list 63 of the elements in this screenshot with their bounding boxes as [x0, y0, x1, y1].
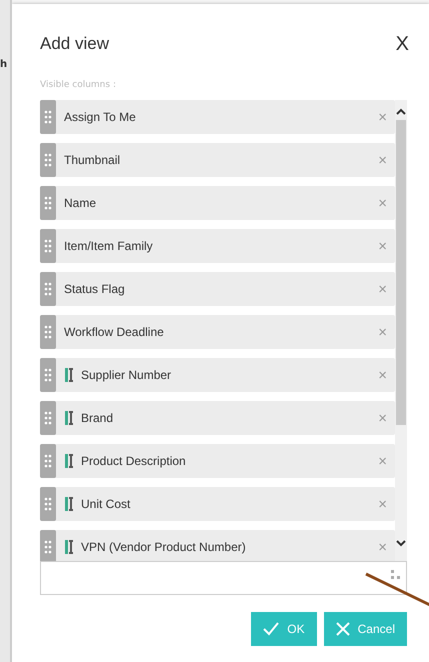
- dialog-title: Add view: [40, 34, 109, 54]
- column-label: Supplier Number: [81, 368, 172, 382]
- cancel-button[interactable]: Cancel: [324, 612, 407, 646]
- attribute-icon: [65, 411, 73, 425]
- column-label: Product Description: [81, 454, 187, 468]
- annotation-line: [364, 571, 429, 607]
- scrollbar[interactable]: [395, 100, 407, 561]
- drag-handle-icon[interactable]: [40, 272, 56, 306]
- drag-handle-icon[interactable]: [40, 358, 56, 392]
- column-item[interactable]: Unit Cost ×: [40, 487, 395, 521]
- column-item[interactable]: Workflow Deadline ×: [40, 315, 395, 349]
- ok-button[interactable]: OK: [251, 612, 317, 646]
- attribute-icon: [65, 497, 73, 511]
- remove-button[interactable]: ×: [370, 452, 395, 470]
- resize-handle-icon[interactable]: [390, 569, 402, 581]
- drag-handle-icon[interactable]: [40, 487, 56, 521]
- column-item[interactable]: Supplier Number ×: [40, 358, 395, 392]
- column-label: VPN (Vendor Product Number): [81, 540, 247, 554]
- scroll-up-icon[interactable]: [396, 108, 406, 116]
- drag-handle-icon[interactable]: [40, 100, 56, 134]
- column-item[interactable]: Status Flag ×: [40, 272, 395, 306]
- remove-button[interactable]: ×: [370, 238, 395, 254]
- scroll-down-icon[interactable]: [396, 539, 406, 547]
- column-item[interactable]: Product Description ×: [40, 444, 395, 478]
- column-item[interactable]: Assign To Me ×: [40, 100, 395, 134]
- column-label: Workflow Deadline: [64, 325, 165, 339]
- drag-handle-icon[interactable]: [40, 229, 56, 263]
- remove-button[interactable]: ×: [370, 366, 395, 384]
- column-item[interactable]: Item/Item Family ×: [40, 229, 395, 263]
- column-item[interactable]: VPN (Vendor Product Number) ×: [40, 530, 395, 561]
- column-label: Thumbnail: [64, 153, 122, 167]
- column-label: Brand: [81, 411, 114, 425]
- remove-button[interactable]: ×: [370, 410, 395, 426]
- remove-button[interactable]: ×: [370, 280, 395, 298]
- column-label: Name: [64, 196, 98, 210]
- remove-button[interactable]: ×: [370, 496, 395, 512]
- column-label: Item/Item Family: [64, 239, 154, 253]
- check-icon: [263, 622, 280, 636]
- column-item[interactable]: Name ×: [40, 186, 395, 220]
- page-text-fragment: h: [0, 59, 8, 70]
- section-label: Visible columns :: [40, 80, 117, 90]
- drag-handle-icon[interactable]: [40, 530, 56, 561]
- column-item[interactable]: Brand ×: [40, 401, 395, 435]
- drag-handle-icon[interactable]: [40, 143, 56, 177]
- close-icon: [336, 622, 350, 636]
- remove-button[interactable]: ×: [370, 324, 395, 340]
- column-label: Status Flag: [64, 282, 126, 296]
- remove-button[interactable]: ×: [370, 538, 395, 556]
- drag-handle-icon[interactable]: [40, 444, 56, 478]
- remove-button[interactable]: ×: [370, 194, 395, 212]
- column-label: Unit Cost: [81, 497, 132, 511]
- attribute-icon: [65, 368, 73, 382]
- column-label: Assign To Me: [64, 110, 137, 124]
- remove-button[interactable]: ×: [370, 108, 395, 126]
- drag-handle-icon[interactable]: [40, 186, 56, 220]
- input-field[interactable]: [40, 561, 407, 595]
- attribute-icon: [65, 540, 73, 554]
- close-button[interactable]: X: [396, 32, 409, 56]
- column-item[interactable]: Thumbnail ×: [40, 143, 395, 177]
- drag-handle-icon[interactable]: [40, 315, 56, 349]
- attribute-icon: [65, 454, 73, 468]
- remove-button[interactable]: ×: [370, 152, 395, 168]
- drag-handle-icon[interactable]: [40, 401, 56, 435]
